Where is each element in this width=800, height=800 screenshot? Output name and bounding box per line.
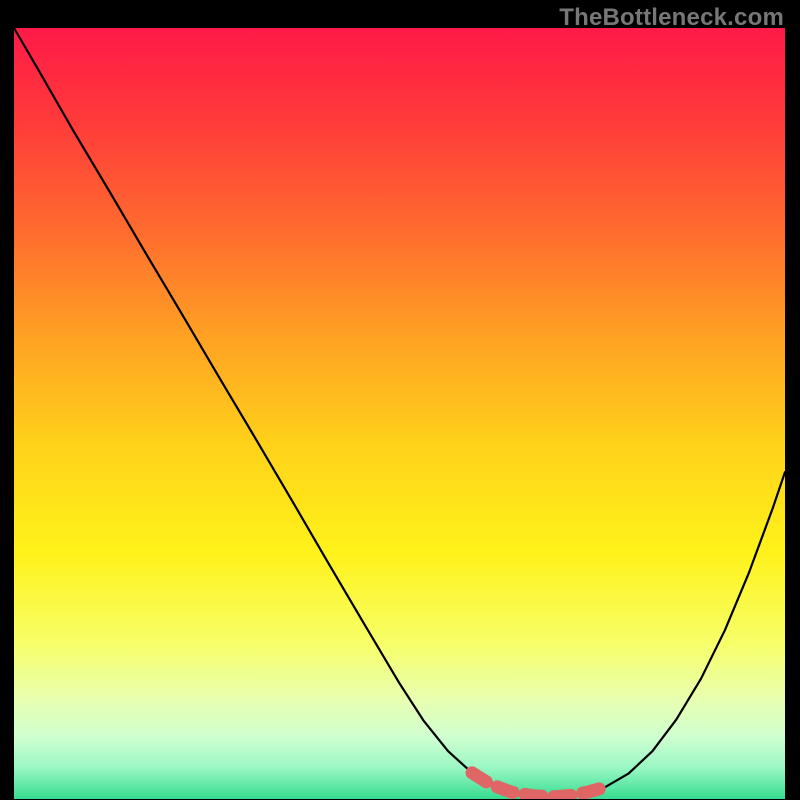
chart-frame — [14, 28, 785, 799]
bottleneck-chart — [14, 28, 785, 799]
watermark-text: TheBottleneck.com — [559, 4, 784, 32]
